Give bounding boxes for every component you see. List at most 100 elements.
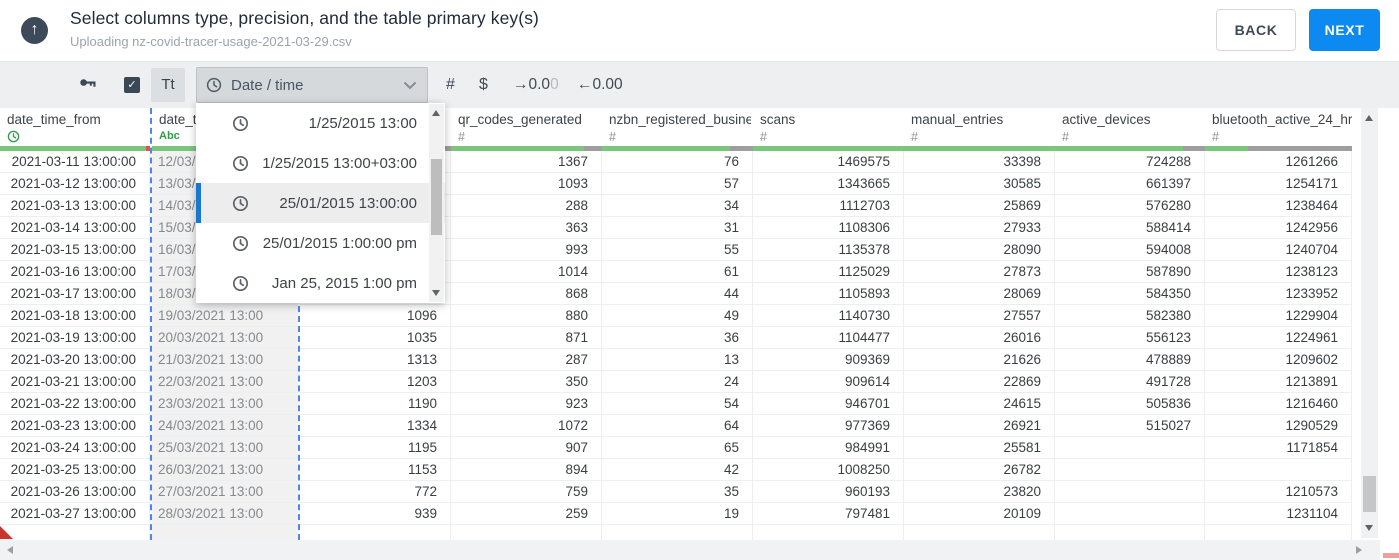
checkbox-type-button[interactable]: ✓ <box>124 77 140 93</box>
table-cell: 2021-03-18 13:00:00 <box>0 305 150 327</box>
quality-bar-segment <box>602 146 731 151</box>
type-select[interactable]: Date / time <box>196 67 428 103</box>
table-cell: 20/03/2021 13:00 <box>152 327 298 349</box>
grid-column: qr_codes_generated #1367 1093 288 363 993 1014… <box>451 108 602 540</box>
quality-bar <box>1055 146 1205 151</box>
table-cell: 1242956 <box>1205 217 1352 239</box>
table-cell: 909369 <box>753 349 904 371</box>
scrollbar-thumb[interactable] <box>1383 553 1399 558</box>
column-header[interactable]: date_time_from <box>0 108 150 146</box>
quality-bar-segment <box>1247 146 1352 151</box>
table-cell: 2021-03-15 13:00:00 <box>0 239 150 261</box>
table-cell <box>300 525 451 540</box>
table-cell: 24615 <box>904 393 1055 415</box>
table-cell: 907 <box>451 437 602 459</box>
text-type-button[interactable]: Tt <box>151 68 185 102</box>
table-cell: 1125029 <box>753 261 904 283</box>
table-cell: 1112703 <box>753 195 904 217</box>
currency-type-button[interactable]: $ <box>479 76 488 94</box>
hash-type-icon: # <box>911 130 918 144</box>
column-header[interactable]: nzbn_registered_busine # <box>602 108 753 146</box>
horizontal-scrollbar[interactable] <box>0 540 1399 560</box>
table-cell: 2021-03-17 13:00:00 <box>0 283 150 305</box>
scrollbar-thumb[interactable] <box>431 159 442 235</box>
table-cell: 556123 <box>1055 327 1205 349</box>
scrollbar-track[interactable] <box>0 540 1380 560</box>
table-cell: 1367 <box>451 151 602 173</box>
table-cell: 588414 <box>1055 217 1205 239</box>
wizard-header: ↑ Select columns type, precision, and th… <box>0 0 1399 62</box>
format-option[interactable]: Jan 25, 2015 1:00 pm <box>196 263 445 303</box>
scroll-right-icon[interactable] <box>1356 546 1362 554</box>
hash-type-icon: # <box>1062 130 1069 144</box>
primary-key-icon[interactable] <box>79 75 98 96</box>
import-wizard: ↑ Select columns type, precision, and th… <box>0 0 1399 560</box>
scroll-left-icon[interactable] <box>7 546 13 554</box>
table-cell: 76 <box>602 151 753 173</box>
scroll-up-icon[interactable] <box>1365 115 1373 121</box>
table-cell <box>753 525 904 540</box>
format-option-label: 25/01/2015 13:00:00 <box>279 194 417 212</box>
table-cell: 26921 <box>904 415 1055 437</box>
column-header[interactable]: qr_codes_generated # <box>451 108 602 146</box>
increase-precision-button[interactable]: →0.00 <box>513 76 559 94</box>
column-header[interactable]: active_devices # <box>1055 108 1205 146</box>
table-cell: 1209602 <box>1205 349 1352 371</box>
table-cell: 1231104 <box>1205 503 1352 525</box>
column-name: qr_codes_generated <box>458 112 582 127</box>
table-cell: 1469575 <box>753 151 904 173</box>
scroll-down-icon[interactable] <box>432 290 440 296</box>
table-cell: 35 <box>602 481 753 503</box>
table-cell: 1229904 <box>1205 305 1352 327</box>
column-header[interactable]: scans # <box>753 108 904 146</box>
column-header[interactable]: bluetooth_active_24_hr_ # <box>1205 108 1352 146</box>
table-cell: 1104477 <box>753 327 904 349</box>
type-select-value: Date / time <box>231 76 304 94</box>
table-cell: 1171854 <box>1205 437 1352 459</box>
table-cell: 27/03/2021 13:00 <box>152 481 298 503</box>
chevron-down-icon <box>403 81 417 90</box>
table-cell: 759 <box>451 481 602 503</box>
column-name: date_t <box>159 112 197 127</box>
scrollbar-thumb[interactable] <box>1363 476 1376 512</box>
table-cell: 1213891 <box>1205 371 1352 393</box>
table-cell: 55 <box>602 239 753 261</box>
scroll-down-icon[interactable] <box>1365 525 1373 531</box>
decrease-precision-button[interactable]: ←0.00 <box>577 76 623 94</box>
grid-column: date_time_from 2021-03-11 13:00:00 2021-03… <box>0 108 150 540</box>
column-header[interactable]: manual_entries # <box>904 108 1055 146</box>
table-cell <box>1055 481 1205 503</box>
table-cell: 33398 <box>904 151 1055 173</box>
quality-bar <box>1205 146 1352 151</box>
back-button[interactable]: BACK <box>1216 9 1296 51</box>
table-cell: 1238464 <box>1205 195 1352 217</box>
table-cell: 960193 <box>753 481 904 503</box>
clock-icon <box>232 235 249 251</box>
scroll-up-icon[interactable] <box>432 110 440 116</box>
format-option[interactable]: 1/25/2015 13:00 <box>196 103 445 143</box>
format-option[interactable]: 1/25/2015 13:00+03:00 <box>196 143 445 183</box>
format-option[interactable]: 25/01/2015 13:00:00 <box>196 183 445 223</box>
next-button[interactable]: NEXT <box>1309 9 1380 51</box>
table-cell: 584350 <box>1055 283 1205 305</box>
clock-icon <box>232 275 249 291</box>
vertical-scrollbar[interactable] <box>1361 108 1378 538</box>
table-cell <box>1055 525 1205 540</box>
table-cell: 36 <box>602 327 753 349</box>
dropdown-scrollbar[interactable] <box>429 104 444 302</box>
table-cell: 1108306 <box>753 217 904 239</box>
table-cell <box>1055 437 1205 459</box>
table-cell: 1014 <box>451 261 602 283</box>
table-cell: 923 <box>451 393 602 415</box>
table-cell: 2021-03-22 13:00:00 <box>0 393 150 415</box>
format-option[interactable]: 25/01/2015 1:00:00 pm <box>196 223 445 263</box>
quality-bar-segment <box>730 146 753 151</box>
clock-icon <box>7 130 20 143</box>
key-icon <box>80 79 96 87</box>
clock-icon <box>232 115 249 131</box>
table-cell: 868 <box>451 283 602 305</box>
number-type-button[interactable]: # <box>446 76 455 94</box>
selected-indicator <box>196 183 201 223</box>
table-cell <box>1055 459 1205 481</box>
table-cell: 2021-03-27 13:00:00 <box>0 503 150 525</box>
